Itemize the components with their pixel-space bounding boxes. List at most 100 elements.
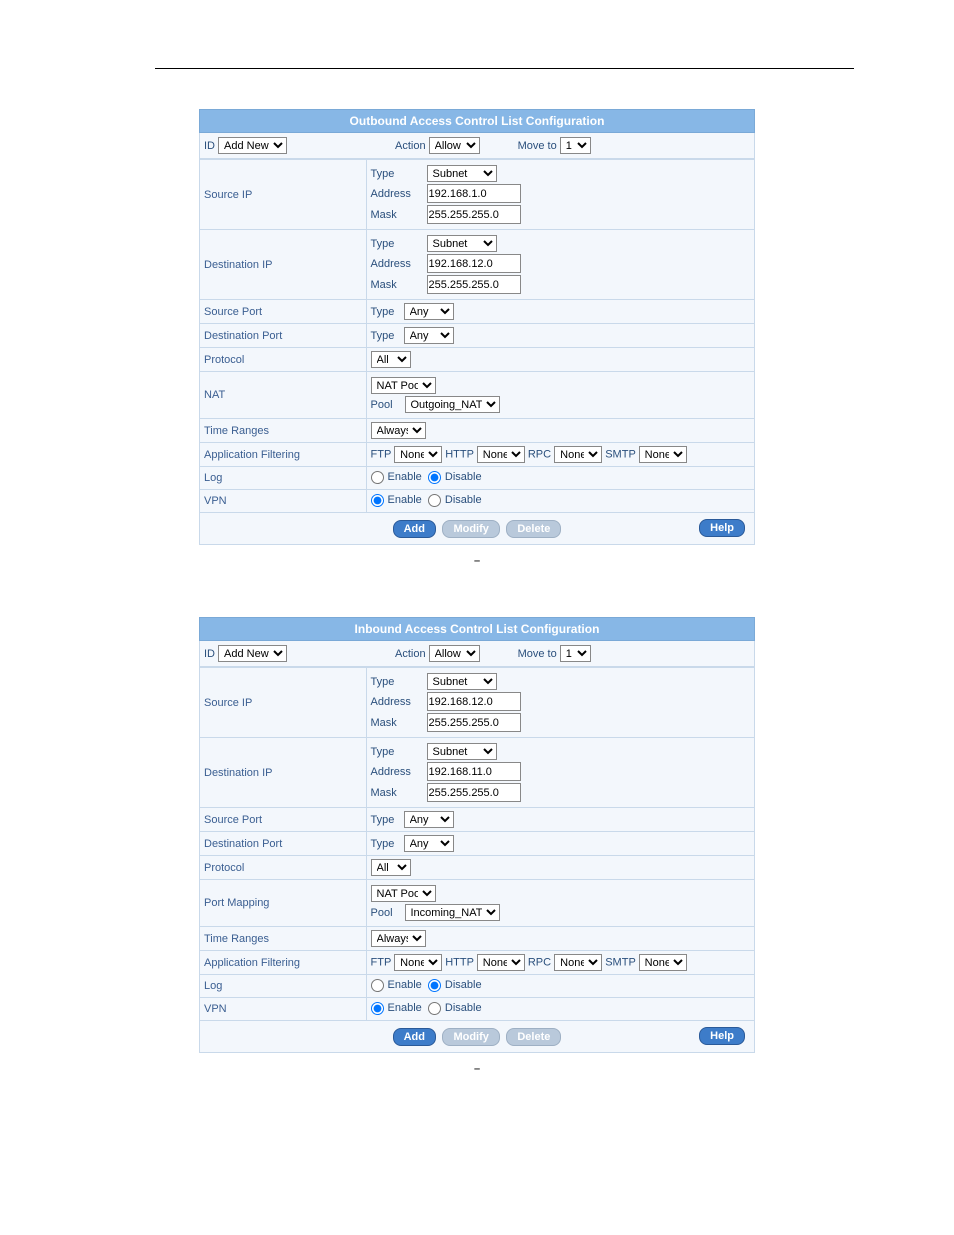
- dstport-label: Destination Port: [200, 324, 367, 348]
- ftp-label: FTP: [371, 957, 392, 969]
- destip-type-select[interactable]: Subnet: [427, 743, 497, 760]
- vpn-enable-radio[interactable]: [371, 494, 384, 507]
- log-disable-radio[interactable]: [428, 979, 441, 992]
- dstport-type-select[interactable]: Any: [404, 327, 454, 344]
- sourceip-mask-input[interactable]: [427, 205, 521, 224]
- address-label: Address: [371, 258, 421, 270]
- sourceip-address-input[interactable]: [427, 184, 521, 203]
- vpn-enable-label: Enable: [388, 494, 422, 506]
- outbound-panel: Outbound Access Control List Configurati…: [199, 109, 755, 545]
- pool-label: Pool: [371, 399, 399, 411]
- ftp-select[interactable]: None: [394, 446, 442, 463]
- id-select[interactable]: Add New: [218, 137, 287, 154]
- moveto-select[interactable]: 1: [560, 137, 591, 154]
- destip-address-input[interactable]: [427, 762, 521, 781]
- http-label: HTTP: [445, 957, 474, 969]
- timeranges-select[interactable]: Always: [371, 930, 426, 947]
- portmap-pool-select[interactable]: Incoming_NAT: [405, 904, 500, 921]
- address-label: Address: [371, 696, 421, 708]
- log-enable-label: Enable: [388, 471, 422, 483]
- inbound-title: Inbound Access Control List Configuratio…: [199, 617, 755, 641]
- action-label: Action: [395, 648, 426, 660]
- outbound-top-controls: ID Add New Action Allow Move to 1: [199, 133, 755, 159]
- add-button[interactable]: Add: [393, 1028, 436, 1046]
- action-select[interactable]: Allow: [429, 137, 480, 154]
- help-button[interactable]: Help: [699, 519, 745, 537]
- delete-button: Delete: [506, 520, 561, 538]
- outbound-title: Outbound Access Control List Configurati…: [199, 109, 755, 133]
- nat-type-select[interactable]: NAT Pool: [371, 377, 436, 394]
- mask-label: Mask: [371, 717, 421, 729]
- moveto-select[interactable]: 1: [560, 645, 591, 662]
- type-label: Type: [371, 676, 421, 688]
- srcport-type-select[interactable]: Any: [404, 811, 454, 828]
- appfilter-label: Application Filtering: [200, 443, 367, 467]
- vpn-disable-label: Disable: [445, 494, 482, 506]
- destip-type-select[interactable]: Subnet: [427, 235, 497, 252]
- vpn-enable-radio[interactable]: [371, 1002, 384, 1015]
- smtp-select[interactable]: None: [639, 954, 687, 971]
- log-label: Log: [200, 467, 367, 490]
- sourceip-mask-input[interactable]: [427, 713, 521, 732]
- action-select[interactable]: Allow: [429, 645, 480, 662]
- vpn-disable-radio[interactable]: [428, 1002, 441, 1015]
- sourceip-type-select[interactable]: Subnet: [427, 673, 497, 690]
- log-enable-radio[interactable]: [371, 471, 384, 484]
- http-select[interactable]: None: [477, 954, 525, 971]
- vpn-disable-radio[interactable]: [428, 494, 441, 507]
- srcport-label: Source Port: [200, 300, 367, 324]
- type-label: Type: [371, 330, 401, 342]
- rpc-select[interactable]: None: [554, 954, 602, 971]
- rpc-select[interactable]: None: [554, 446, 602, 463]
- id-label: ID: [204, 648, 215, 660]
- dstport-type-select[interactable]: Any: [404, 835, 454, 852]
- log-enable-radio[interactable]: [371, 979, 384, 992]
- smtp-label: SMTP: [605, 449, 635, 461]
- rpc-label: RPC: [528, 449, 551, 461]
- log-disable-radio[interactable]: [428, 471, 441, 484]
- sourceip-type-select[interactable]: Subnet: [427, 165, 497, 182]
- ftp-label: FTP: [371, 449, 392, 461]
- mask-label: Mask: [371, 209, 421, 221]
- nat-pool-select[interactable]: Outgoing_NAT: [405, 396, 500, 413]
- smtp-select[interactable]: None: [639, 446, 687, 463]
- vpn-enable-label: Enable: [388, 1002, 422, 1014]
- timeranges-label: Time Ranges: [200, 419, 367, 443]
- dstport-label: Destination Port: [200, 832, 367, 856]
- caption-dash: –: [474, 555, 480, 567]
- protocol-select[interactable]: All: [371, 351, 411, 368]
- mask-label: Mask: [371, 787, 421, 799]
- help-button[interactable]: Help: [699, 1027, 745, 1045]
- id-select[interactable]: Add New: [218, 645, 287, 662]
- smtp-label: SMTP: [605, 957, 635, 969]
- inbound-top-controls: ID Add New Action Allow Move to 1: [199, 641, 755, 667]
- timeranges-label: Time Ranges: [200, 927, 367, 951]
- page-header-rule: [155, 50, 854, 69]
- type-label: Type: [371, 168, 421, 180]
- nat-label: NAT: [200, 372, 367, 419]
- portmap-label: Port Mapping: [200, 880, 367, 927]
- appfilter-label: Application Filtering: [200, 951, 367, 975]
- vpn-disable-label: Disable: [445, 1002, 482, 1014]
- ftp-select[interactable]: None: [394, 954, 442, 971]
- delete-button: Delete: [506, 1028, 561, 1046]
- portmap-type-select[interactable]: NAT Pool: [371, 885, 436, 902]
- inbound-buttons: Add Modify Delete Help: [199, 1021, 755, 1053]
- http-label: HTTP: [445, 449, 474, 461]
- srcport-type-select[interactable]: Any: [404, 303, 454, 320]
- http-select[interactable]: None: [477, 446, 525, 463]
- type-label: Type: [371, 814, 401, 826]
- destip-label: Destination IP: [200, 230, 367, 300]
- destip-mask-input[interactable]: [427, 783, 521, 802]
- timeranges-select[interactable]: Always: [371, 422, 426, 439]
- destip-address-input[interactable]: [427, 254, 521, 273]
- moveto-label: Move to: [518, 648, 557, 660]
- protocol-select[interactable]: All: [371, 859, 411, 876]
- address-label: Address: [371, 188, 421, 200]
- modify-button: Modify: [442, 1028, 499, 1046]
- destip-mask-input[interactable]: [427, 275, 521, 294]
- type-label: Type: [371, 306, 401, 318]
- pool-label: Pool: [371, 907, 399, 919]
- add-button[interactable]: Add: [393, 520, 436, 538]
- sourceip-address-input[interactable]: [427, 692, 521, 711]
